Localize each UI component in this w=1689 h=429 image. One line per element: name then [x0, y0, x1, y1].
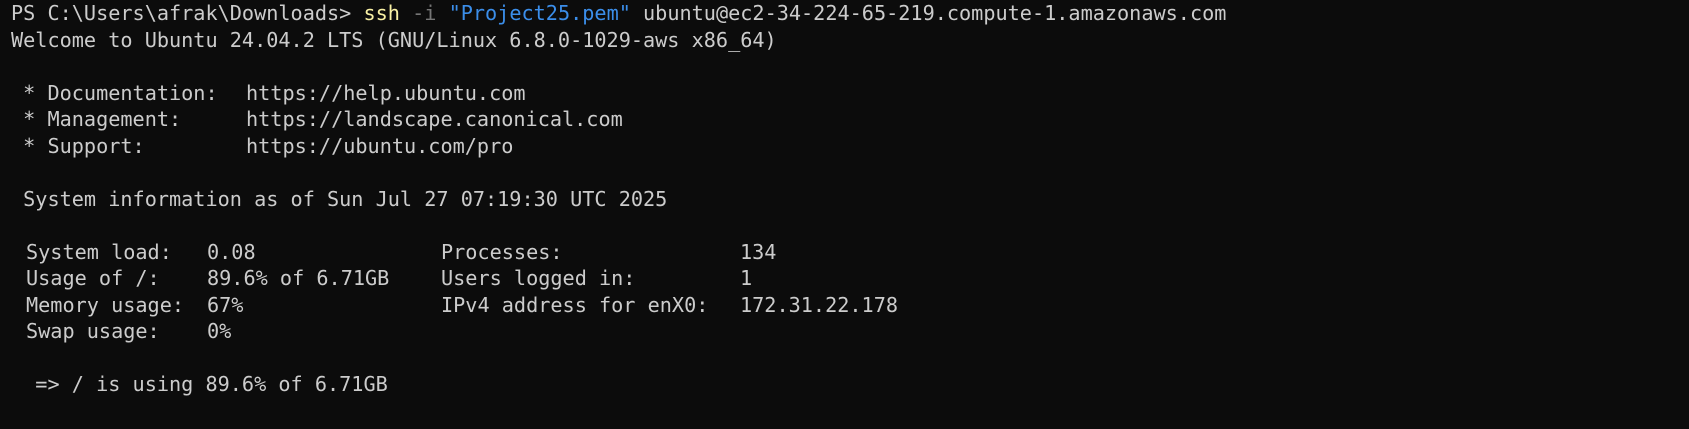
- stat-row: Usage of /: 89.6% of 6.71GB Users logged i…: [11, 265, 1689, 292]
- ssh-host-argument: ubuntu@ec2-34-224-65-219.compute-1.amazo…: [643, 1, 1227, 25]
- link-label: * Documentation:: [11, 80, 218, 105]
- stat-row: System load: 0.08 Processes: 134: [11, 239, 1689, 266]
- stat-label: Swap usage:: [26, 319, 160, 343]
- command-name: ssh: [363, 1, 400, 25]
- terminal-window[interactable]: PS C:\Users\afrak\Downloads> ssh -i "Pro…: [0, 0, 1689, 429]
- command-line: PS C:\Users\afrak\Downloads> ssh -i "Pro…: [11, 0, 1689, 27]
- command-flag: -i: [412, 1, 437, 25]
- stat-label: System load:: [26, 239, 172, 264]
- stat-right-label: IPv4 address for enX0:: [441, 292, 709, 317]
- link-label: * Support:: [11, 133, 145, 158]
- stat-right-value: 172.31.22.178: [740, 292, 899, 317]
- stat-value: 67%: [207, 292, 244, 317]
- link-url[interactable]: https://landscape.canonical.com: [246, 107, 623, 131]
- usage-warning: => / is using 89.6% of 6.71GB: [11, 372, 388, 396]
- stat-value: 0%: [207, 319, 232, 343]
- stat-row: Memory usage: 67% IPv4 address for enX0: 17…: [11, 292, 1689, 319]
- key-file-argument: "Project25.pem": [448, 1, 631, 25]
- stat-label: Memory usage:: [26, 292, 185, 317]
- link-url[interactable]: https://ubuntu.com/pro: [246, 134, 513, 158]
- link-row-documentation: * Documentation: https://help.ubuntu.com: [11, 80, 1689, 107]
- welcome-message: Welcome to Ubuntu 24.04.2 LTS (GNU/Linux…: [11, 27, 777, 52]
- stat-label: Usage of /:: [26, 266, 160, 290]
- stat-value: 89.6% of 6.71GB: [207, 266, 390, 290]
- stat-right-label: Users logged in:: [441, 266, 636, 290]
- stat-right-value: 134: [740, 239, 777, 264]
- stat-value: 0.08: [207, 239, 256, 264]
- link-label: * Management:: [11, 107, 182, 131]
- stat-right-label: Processes:: [441, 239, 563, 264]
- sysinfo-header: System information as of Sun Jul 27 07:1…: [11, 186, 668, 211]
- link-row-support: * Support: https://ubuntu.com/pro: [11, 133, 1689, 160]
- ps-prompt: PS C:\Users\afrak\Downloads>: [11, 1, 364, 25]
- stat-row: Swap usage: 0%: [11, 318, 1689, 345]
- link-url[interactable]: https://help.ubuntu.com: [246, 81, 526, 105]
- link-row-management: * Management: https://landscape.canonical…: [11, 106, 1689, 133]
- stat-right-value: 1: [740, 266, 753, 290]
